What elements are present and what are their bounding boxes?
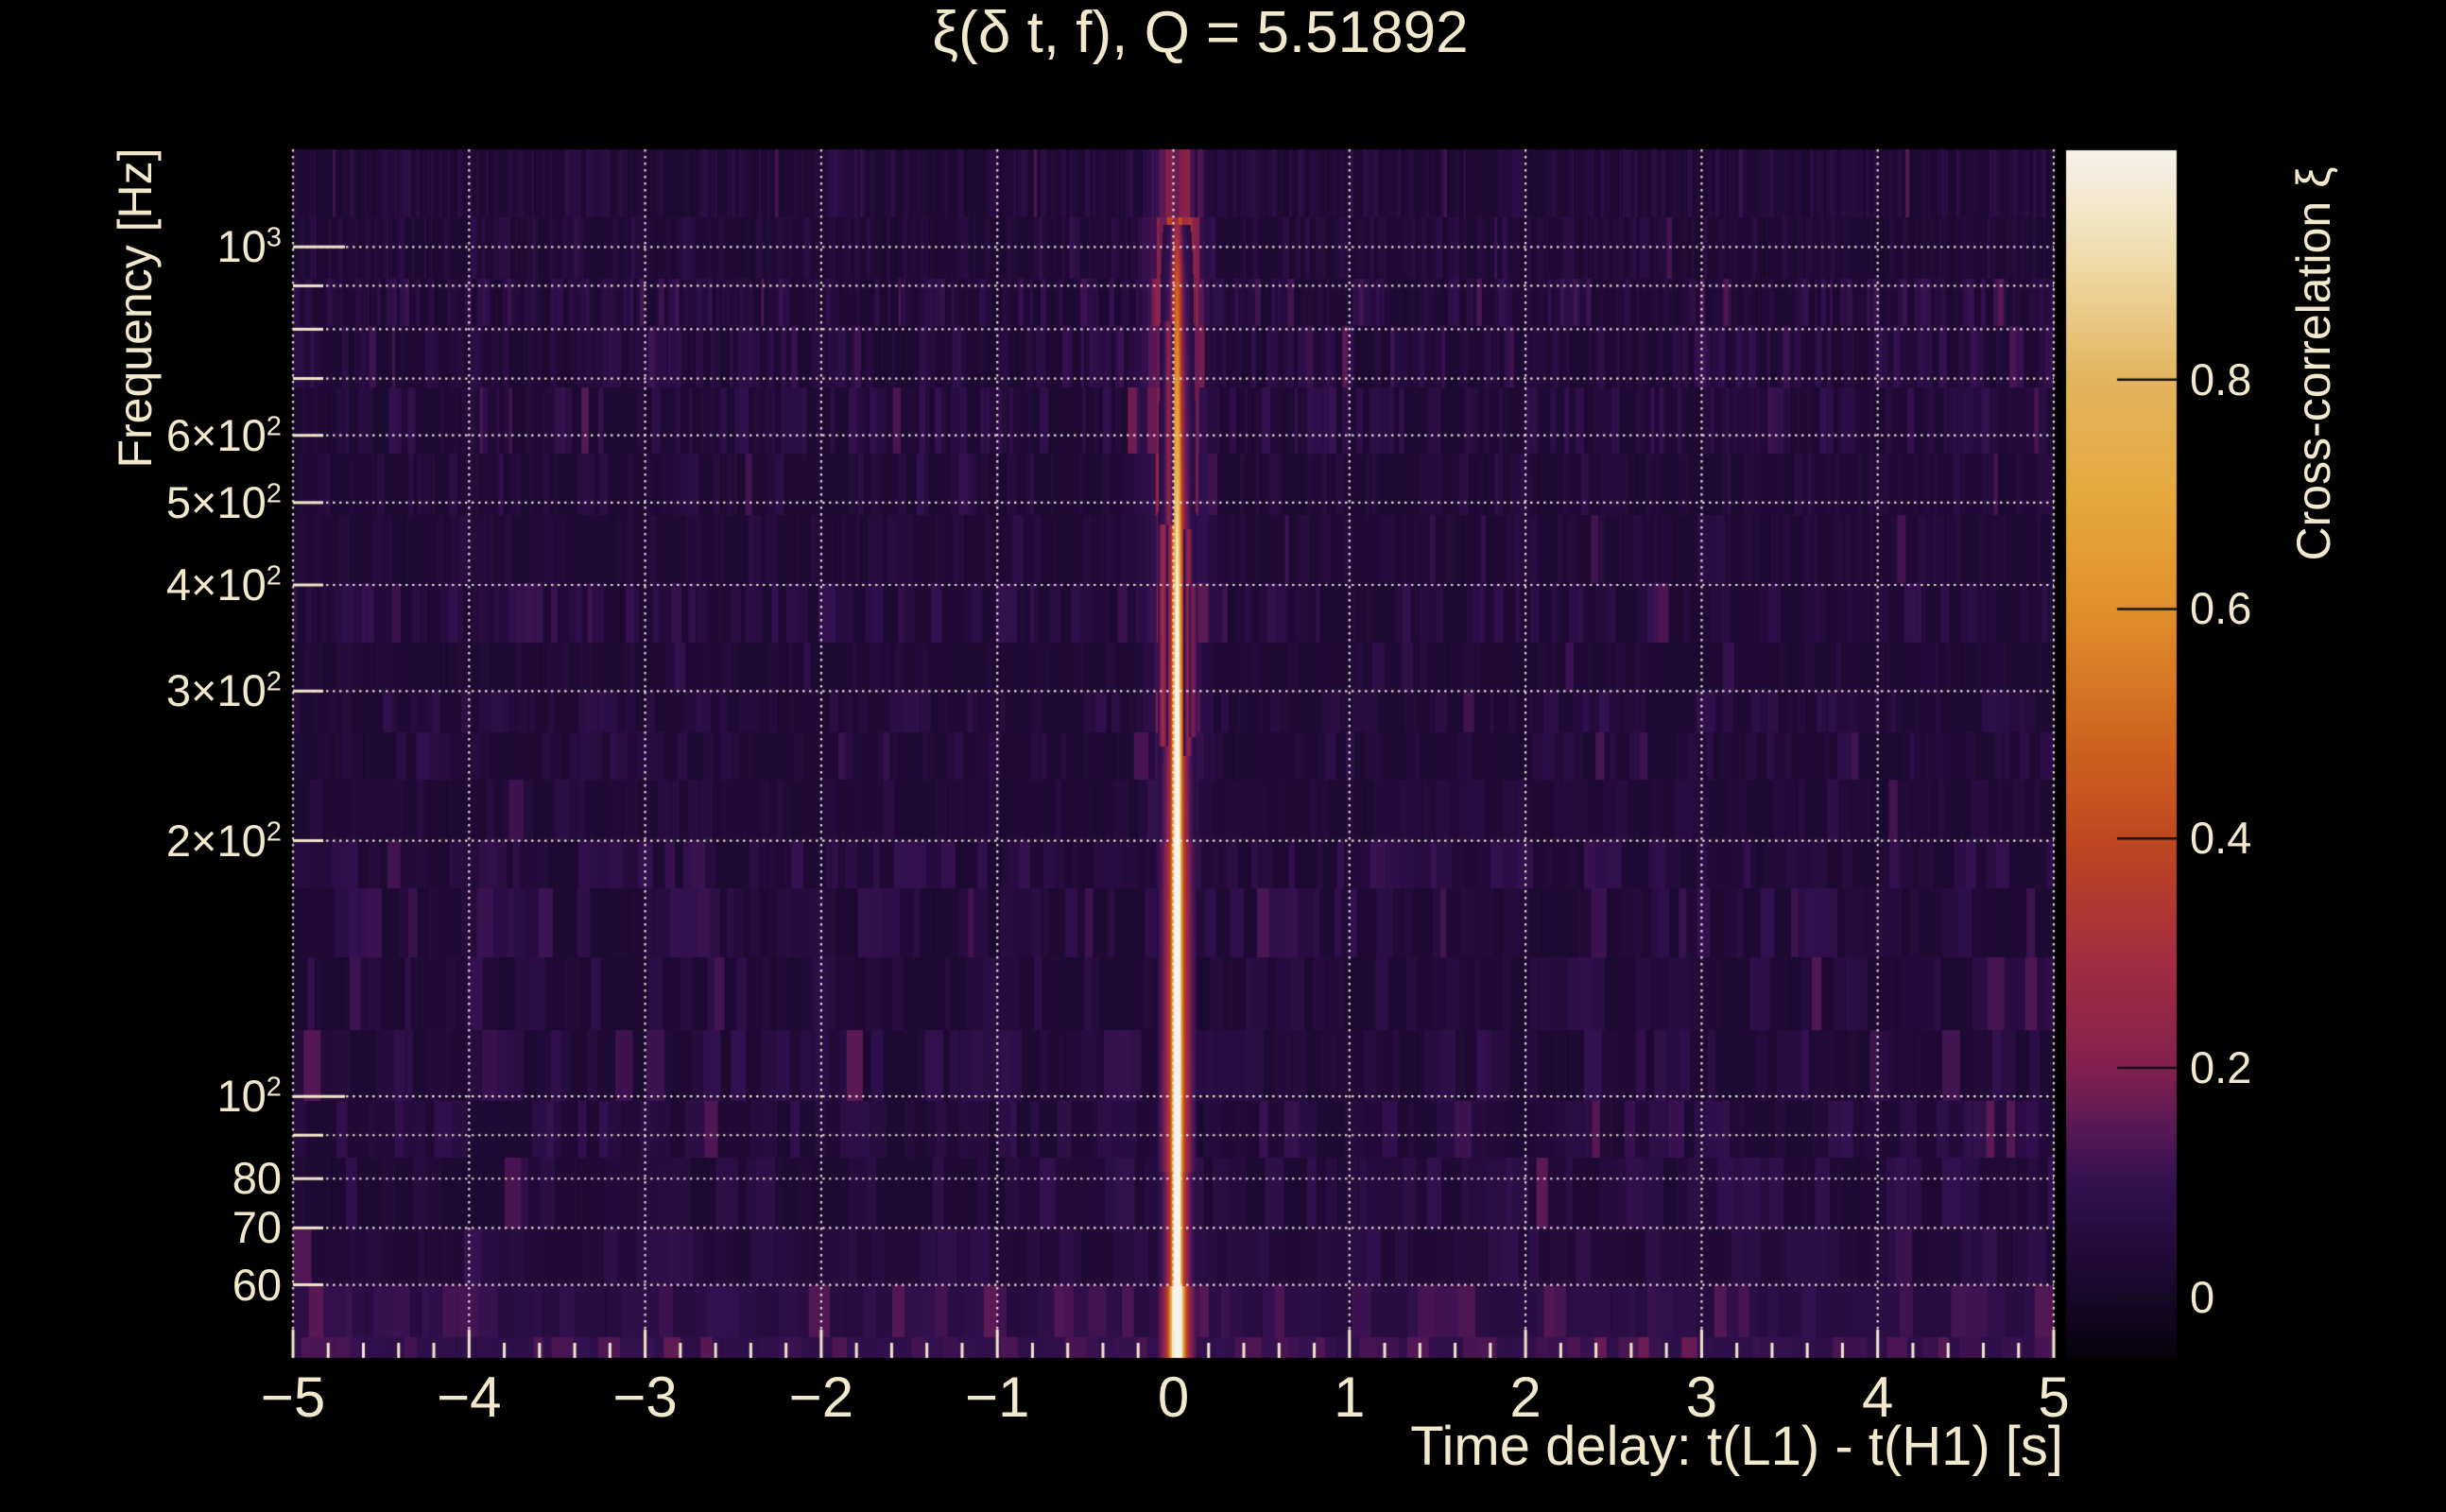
- x-tick-label: −3: [612, 1366, 678, 1429]
- x-tick-label: 0: [1157, 1366, 1190, 1429]
- colorbar-tick-label: 0: [2190, 1271, 2215, 1322]
- y-tick-label: 5×102: [165, 476, 282, 527]
- colorbar-tick-label: 0.8: [2190, 353, 2252, 404]
- y-tick-label: 3×102: [165, 665, 282, 716]
- colorbar-tick-label: 0.4: [2190, 813, 2252, 864]
- colorbar-tick-label: 0.2: [2190, 1041, 2252, 1092]
- colorbar-tick-label: 0.6: [2190, 583, 2252, 634]
- plot-title: ξ(δ t, f), Q = 5.51892: [932, 0, 1469, 65]
- figure: ξ(δ t, f), Q = 5.51892 Time delay: t(L1)…: [0, 0, 2446, 1512]
- x-tick-label: −5: [260, 1366, 326, 1429]
- x-tick-label: −1: [964, 1366, 1030, 1429]
- y-tick-label: 103: [216, 221, 282, 272]
- y-tick-label: 6×102: [165, 409, 282, 460]
- x-tick-label: 2: [1509, 1366, 1542, 1429]
- x-tick-label: −2: [788, 1366, 854, 1429]
- y-tick-label: 4×102: [165, 558, 282, 610]
- y-tick-label: 2×102: [165, 815, 282, 866]
- x-tick-label: 5: [2038, 1366, 2070, 1429]
- y-tick-label: 102: [216, 1071, 282, 1122]
- y-tick-label: 70: [232, 1202, 282, 1253]
- x-tick-label: 1: [1334, 1366, 1366, 1429]
- y-tick-label: 60: [232, 1259, 282, 1310]
- x-tick-label: −4: [437, 1366, 502, 1429]
- x-tick-label: 3: [1685, 1366, 1718, 1429]
- x-tick-label: 4: [1862, 1366, 1894, 1429]
- heatmap-canvas: [0, 0, 2446, 1512]
